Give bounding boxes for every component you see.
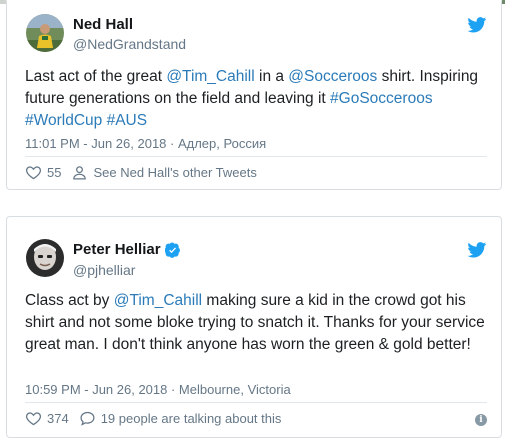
heart-icon: [26, 412, 41, 426]
mention-link[interactable]: @Tim_Cahill: [166, 68, 254, 85]
speech-bubble-icon: [80, 411, 95, 426]
tweet-actions: 374 19 people are talking about this: [25, 410, 291, 427]
like-count: 55: [47, 165, 62, 180]
tweet-text-segment: in a: [254, 68, 289, 85]
divider: [25, 402, 487, 403]
avatar-photo-icon: [26, 239, 64, 277]
embedded-tweet: Ned Hall @NedGrandstand Last act of the …: [6, 0, 502, 190]
hashtag-link[interactable]: #AUS: [107, 112, 148, 129]
tweet-text-segment: Last act of the great: [25, 68, 167, 85]
avatar[interactable]: [26, 239, 64, 277]
hashtag-link[interactable]: #GoSocceroos: [330, 90, 433, 107]
like-button[interactable]: 55: [25, 164, 61, 181]
mention-link[interactable]: @Socceroos: [288, 68, 377, 85]
tweet-actions: 55 See Ned Hall's other Tweets: [25, 164, 267, 181]
author-handle[interactable]: @pjhelliar: [73, 262, 135, 278]
timestamp-location[interactable]: 10:59 PM - Jun 26, 2018 · Melbourne, Vic…: [25, 382, 291, 397]
see-other-tweets-label: See Ned Hall's other Tweets: [93, 165, 257, 180]
author-row: Peter Helliar: [73, 241, 181, 258]
tweet-text: Last act of the great @Tim_Cahill in a @…: [25, 66, 495, 132]
tweet-text: Class act by @Tim_Cahill making sure a k…: [25, 290, 495, 356]
embedded-tweet: Peter Helliar @pjhelliar Class act by @T…: [6, 216, 502, 438]
twitter-bird-icon[interactable]: [467, 242, 487, 258]
twitter-bird-icon[interactable]: [467, 17, 487, 33]
avatar-photo-icon: [26, 14, 64, 52]
author-name[interactable]: Peter Helliar: [73, 241, 161, 258]
conversation-label: 19 people are talking about this: [100, 411, 282, 426]
heart-icon: [26, 166, 41, 180]
info-icon[interactable]: i: [475, 414, 487, 426]
mention-link[interactable]: @Tim_Cahill: [114, 292, 202, 309]
author-handle[interactable]: @NedGrandstand: [73, 36, 186, 52]
author-name[interactable]: Ned Hall: [73, 16, 133, 33]
see-other-tweets-link[interactable]: See Ned Hall's other Tweets: [71, 164, 257, 181]
divider: [25, 156, 487, 157]
hashtag-link[interactable]: #WorldCup: [25, 112, 102, 129]
avatar[interactable]: [26, 14, 64, 52]
author-row: Ned Hall: [73, 16, 133, 33]
timestamp-location[interactable]: 11:01 PM - Jun 26, 2018 · Адлер, Россия: [25, 136, 266, 151]
person-icon: [73, 166, 87, 180]
like-count: 374: [47, 411, 69, 426]
tweet-text-segment: Class act by: [25, 292, 114, 309]
like-button[interactable]: 374: [25, 410, 69, 427]
conversation-link[interactable]: 19 people are talking about this: [79, 410, 282, 427]
verified-badge-icon: [164, 241, 180, 258]
